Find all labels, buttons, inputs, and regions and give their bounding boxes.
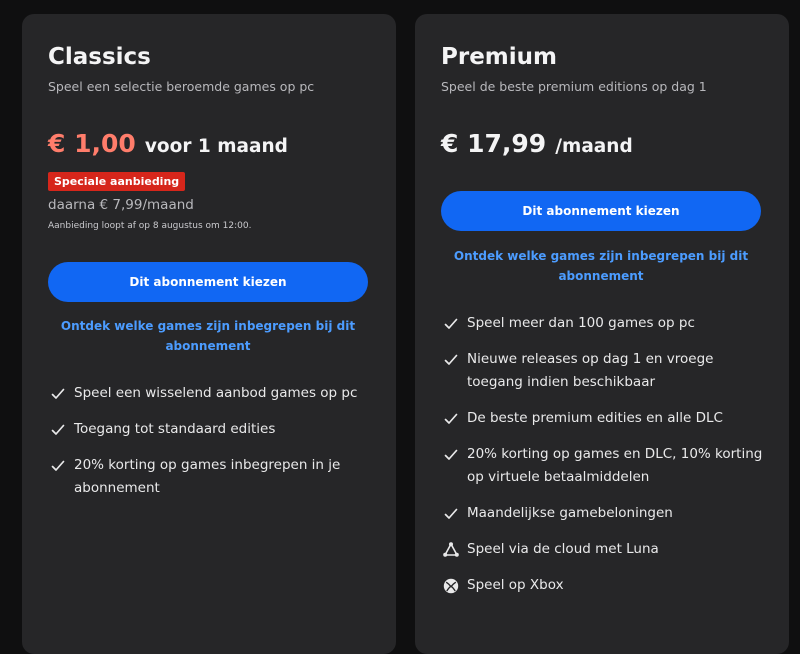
- plan-price-suffix: voor 1 maand: [144, 136, 288, 157]
- after-price-text: daarna € 7,99/maand: [48, 197, 194, 213]
- plan-price: € 17,99: [441, 129, 547, 158]
- discover-games-link[interactable]: Ontdek welke games zijn inbegrepen bij d…: [48, 316, 368, 356]
- plan-card-premium: Premium Speel de beste premium editions …: [415, 14, 789, 654]
- plan-title: Classics: [48, 44, 151, 70]
- plan-title: Premium: [441, 44, 557, 70]
- check-icon: [48, 418, 68, 441]
- choose-plan-button[interactable]: Dit abonnement kiezen: [48, 262, 368, 302]
- feature-text: De beste premium edities en alle DLC: [467, 410, 723, 426]
- discover-games-link[interactable]: Ontdek welke games zijn inbegrepen bij d…: [441, 246, 761, 286]
- feature-item: Toegang tot standaard edities: [48, 418, 378, 441]
- feature-text: Speel op Xbox: [467, 577, 564, 593]
- price-row: € 17,99 /maand: [441, 129, 633, 158]
- feature-text: 20% korting op games inbegrepen in je ab…: [74, 457, 341, 496]
- price-row: € 1,00 voor 1 maand: [48, 129, 288, 158]
- feature-item: Speel een wisselend aanbod games op pc: [48, 382, 378, 405]
- feature-text: Maandelijkse gamebeloningen: [467, 505, 673, 521]
- feature-text: Speel een wisselend aanbod games op pc: [74, 385, 358, 401]
- feature-text: Nieuwe releases op dag 1 en vroege toega…: [467, 351, 714, 390]
- feature-list: Speel meer dan 100 games op pc Nieuwe re…: [441, 312, 771, 610]
- feature-item: 20% korting op games en DLC, 10% korting…: [441, 443, 771, 489]
- plan-price: € 1,00: [48, 129, 136, 158]
- feature-text: Speel via de cloud met Luna: [467, 541, 659, 557]
- check-icon: [441, 407, 461, 430]
- xbox-icon: [441, 574, 461, 597]
- feature-item: Maandelijkse gamebeloningen: [441, 502, 771, 525]
- feature-item: Nieuwe releases op dag 1 en vroege toega…: [441, 348, 771, 394]
- feature-item: 20% korting op games inbegrepen in je ab…: [48, 454, 378, 500]
- check-icon: [441, 348, 461, 371]
- choose-plan-button[interactable]: Dit abonnement kiezen: [441, 191, 761, 231]
- feature-text: 20% korting op games en DLC, 10% korting…: [467, 446, 763, 485]
- feature-text: Speel meer dan 100 games op pc: [467, 315, 695, 331]
- plan-price-suffix: /maand: [555, 136, 633, 157]
- plan-card-classics: Classics Speel een selectie beroemde gam…: [22, 14, 396, 654]
- check-icon: [441, 443, 461, 466]
- luna-icon: [441, 538, 461, 561]
- check-icon: [441, 502, 461, 525]
- offer-expiry-note: Aanbieding loopt af op 8 augustus om 12:…: [48, 221, 252, 231]
- feature-item: De beste premium edities en alle DLC: [441, 407, 771, 430]
- plan-subtitle: Speel de beste premium editions op dag 1: [441, 79, 707, 94]
- check-icon: [48, 454, 68, 477]
- feature-list: Speel een wisselend aanbod games op pc T…: [48, 382, 378, 513]
- feature-item: Speel via de cloud met Luna: [441, 538, 771, 561]
- check-icon: [48, 382, 68, 405]
- plan-subtitle: Speel een selectie beroemde games op pc: [48, 79, 315, 94]
- check-icon: [441, 312, 461, 335]
- feature-item: Speel meer dan 100 games op pc: [441, 312, 771, 335]
- special-offer-badge: Speciale aanbieding: [48, 172, 186, 191]
- feature-text: Toegang tot standaard edities: [74, 421, 276, 437]
- feature-item: Speel op Xbox: [441, 574, 771, 597]
